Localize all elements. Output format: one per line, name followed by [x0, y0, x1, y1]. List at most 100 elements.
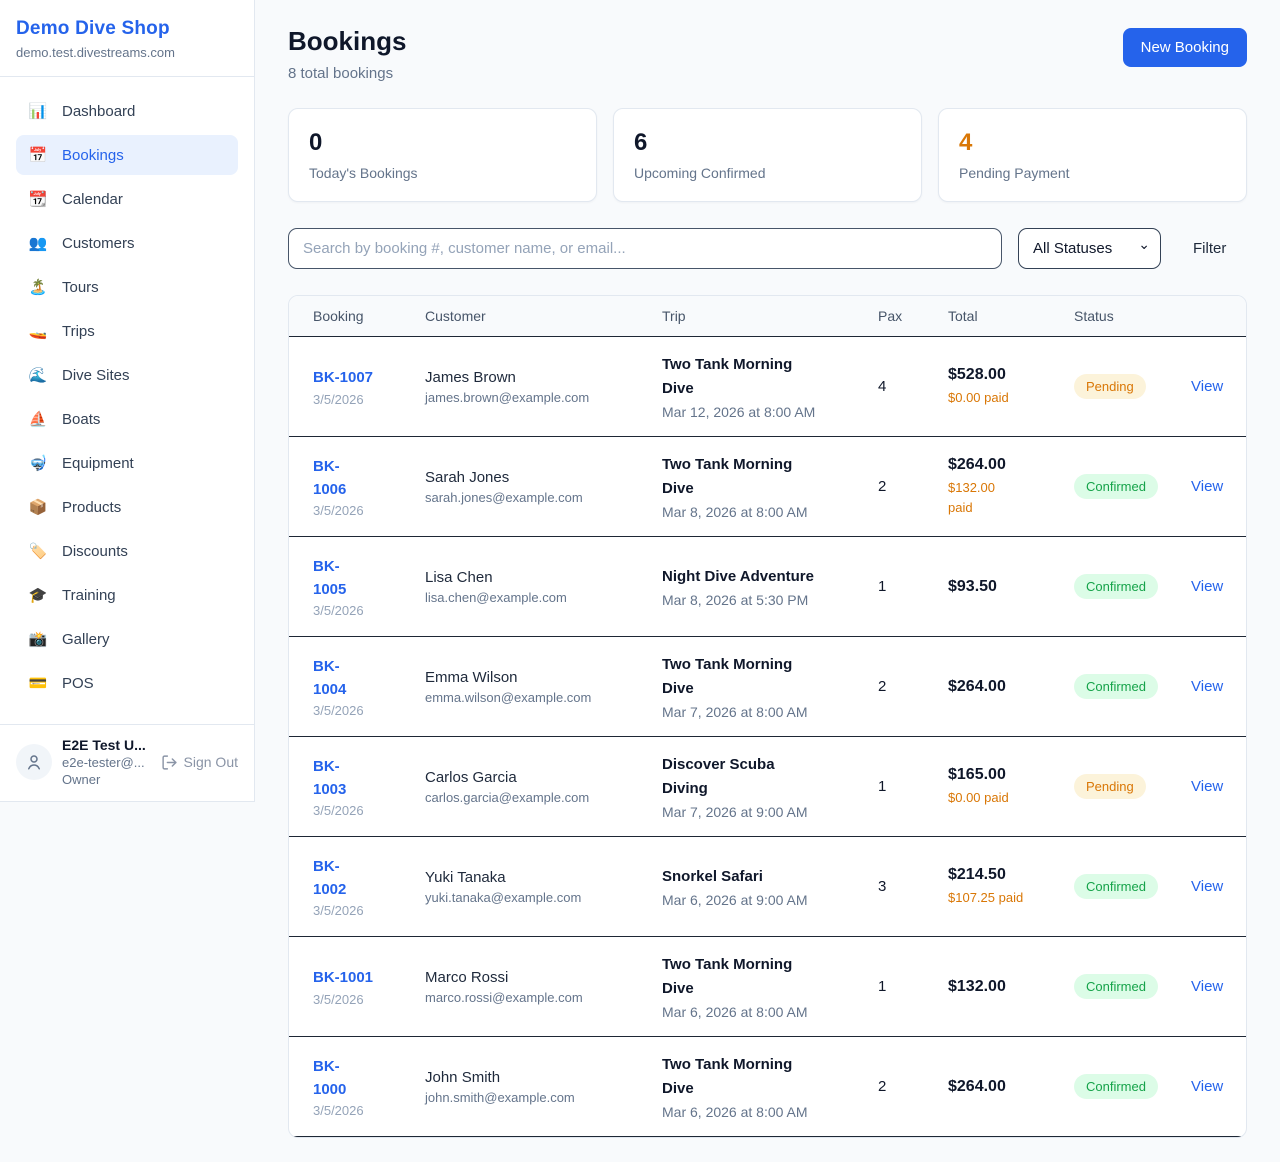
nav-icon-pos: 💳 — [28, 674, 48, 692]
nav-icon-dive-sites: 🌊 — [28, 366, 48, 384]
sidebar-item-dive-sites[interactable]: 🌊 Dive Sites — [16, 355, 238, 395]
trip-datetime: Mar 7, 2026 at 9:00 AM — [662, 804, 878, 820]
trip-name: Snorkel Safari — [662, 865, 878, 888]
nav-icon-discounts: 🏷️ — [28, 542, 48, 560]
view-link[interactable]: View — [1191, 778, 1223, 795]
nav-item-label: Boats — [62, 411, 100, 428]
nav-item-label: Discounts — [62, 543, 128, 560]
trip-cell: Discover Scuba Diving Mar 7, 2026 at 9:0… — [662, 753, 878, 820]
page-header: Bookings 8 total bookings New Booking — [288, 26, 1247, 82]
booking-id-link[interactable]: BK-1001 — [313, 969, 373, 986]
view-link[interactable]: View — [1191, 678, 1223, 695]
user-footer: E2E Test U... e2e-tester@... Owner Sign … — [0, 724, 254, 801]
view-link[interactable]: View — [1191, 478, 1223, 495]
view-link[interactable]: View — [1191, 578, 1223, 595]
view-link[interactable]: View — [1191, 1078, 1223, 1095]
nav-icon-training: 🎓 — [28, 586, 48, 604]
logout-icon — [161, 754, 178, 771]
stat-card-today-s-bookings: 0 Today's Bookings — [288, 108, 597, 202]
view-link[interactable]: View — [1191, 978, 1223, 995]
booking-id-cell: BK-1001 3/5/2026 — [313, 966, 425, 1006]
sidebar-item-boats[interactable]: ⛵ Boats — [16, 399, 238, 439]
paid-amount: $132.00 paid — [948, 478, 1074, 517]
nav-item-label: Tours — [62, 279, 99, 296]
page-title-block: Bookings 8 total bookings — [288, 26, 406, 82]
actions-cell: View — [1191, 578, 1223, 596]
sidebar-item-tours[interactable]: 🏝️ Tours — [16, 267, 238, 307]
sidebar-item-equipment[interactable]: 🤿 Equipment — [16, 443, 238, 483]
booking-id-link[interactable]: BK- 1004 — [313, 658, 346, 698]
sidebar-item-customers[interactable]: 👥 Customers — [16, 223, 238, 263]
booking-row-bk-1003: BK- 1003 3/5/2026 Carlos Garcia carlos.g… — [289, 737, 1246, 837]
pax-cell: 1 — [878, 778, 948, 795]
column-header-pax: Pax — [878, 308, 948, 324]
status-cell: Confirmed — [1074, 474, 1191, 499]
customer-cell: Lisa Chen lisa.chen@example.com — [425, 569, 662, 605]
pax-cell: 2 — [878, 478, 948, 495]
user-email: e2e-tester@... — [62, 755, 146, 770]
nav-item-label: Trips — [62, 323, 95, 340]
booking-id-link[interactable]: BK- 1005 — [313, 558, 346, 598]
booking-id-link[interactable]: BK- 1002 — [313, 858, 346, 898]
filter-button[interactable]: Filter — [1193, 240, 1226, 257]
new-booking-button[interactable]: New Booking — [1123, 28, 1247, 67]
trip-name: Night Dive Adventure — [662, 565, 878, 588]
booking-id-link[interactable]: BK-1007 — [313, 369, 373, 386]
booking-created-date: 3/5/2026 — [313, 1103, 425, 1118]
trip-datetime: Mar 6, 2026 at 9:00 AM — [662, 892, 878, 908]
booking-id-link[interactable]: BK- 1000 — [313, 1058, 346, 1098]
trip-name: Two Tank Morning Dive — [662, 653, 878, 700]
bookings-count: 8 total bookings — [288, 65, 406, 82]
sidebar-item-pos[interactable]: 💳 POS — [16, 663, 238, 703]
view-link[interactable]: View — [1191, 378, 1223, 395]
status-badge: Confirmed — [1074, 874, 1158, 899]
total-amount: $165.00 — [948, 766, 1074, 784]
search-input[interactable] — [288, 228, 1002, 269]
sidebar-item-discounts[interactable]: 🏷️ Discounts — [16, 531, 238, 571]
sign-out-button[interactable]: Sign Out — [161, 754, 238, 771]
booking-created-date: 3/5/2026 — [313, 992, 425, 1007]
nav-item-label: Customers — [62, 235, 135, 252]
nav-item-label: Equipment — [62, 455, 134, 472]
status-filter-select[interactable]: All Statuses — [1018, 228, 1161, 269]
nav-item-label: Dive Sites — [62, 367, 130, 384]
status-cell: Confirmed — [1074, 574, 1191, 599]
booking-created-date: 3/5/2026 — [313, 703, 425, 718]
customer-email: lisa.chen@example.com — [425, 590, 662, 605]
status-badge: Pending — [1074, 374, 1146, 399]
customer-name: Yuki Tanaka — [425, 869, 662, 886]
actions-cell: View — [1191, 478, 1223, 496]
nav-item-label: Products — [62, 499, 121, 516]
sidebar-item-dashboard[interactable]: 📊 Dashboard — [16, 91, 238, 131]
stat-card-pending-payment: 4 Pending Payment — [938, 108, 1247, 202]
booking-id-link[interactable]: BK- 1003 — [313, 758, 346, 798]
stat-label: Pending Payment — [959, 165, 1226, 181]
customer-name: Marco Rossi — [425, 969, 662, 986]
sidebar-item-gallery[interactable]: 📸 Gallery — [16, 619, 238, 659]
nav-icon-equipment: 🤿 — [28, 454, 48, 472]
pax-cell: 2 — [878, 1078, 948, 1095]
customer-email: yuki.tanaka@example.com — [425, 890, 662, 905]
paid-amount: $0.00 paid — [948, 388, 1074, 408]
customer-cell: Marco Rossi marco.rossi@example.com — [425, 969, 662, 1005]
total-cell: $264.00 $132.00 paid — [948, 456, 1074, 517]
bookings-table: Booking Customer Trip Pax Total Status B… — [288, 295, 1247, 1138]
sidebar-item-training[interactable]: 🎓 Training — [16, 575, 238, 615]
sidebar-item-calendar[interactable]: 📆 Calendar — [16, 179, 238, 219]
sidebar-item-trips[interactable]: 🚤 Trips — [16, 311, 238, 351]
total-amount: $93.50 — [948, 578, 1074, 596]
nav-icon-products: 📦 — [28, 498, 48, 516]
sidebar-item-bookings[interactable]: 📅 Bookings — [16, 135, 238, 175]
booking-created-date: 3/5/2026 — [313, 503, 425, 518]
total-cell: $528.00 $0.00 paid — [948, 366, 1074, 408]
total-cell: $132.00 — [948, 978, 1074, 996]
status-cell: Confirmed — [1074, 674, 1191, 699]
actions-cell: View — [1191, 778, 1223, 796]
view-link[interactable]: View — [1191, 878, 1223, 895]
customer-email: james.brown@example.com — [425, 390, 662, 405]
nav-item-label: Training — [62, 587, 116, 604]
sidebar-nav: 📊 Dashboard 📅 Bookings 📆 Calendar 👥 Cust… — [0, 77, 254, 703]
column-header-total: Total — [948, 308, 1074, 324]
booking-id-link[interactable]: BK- 1006 — [313, 458, 346, 498]
sidebar-item-products[interactable]: 📦 Products — [16, 487, 238, 527]
